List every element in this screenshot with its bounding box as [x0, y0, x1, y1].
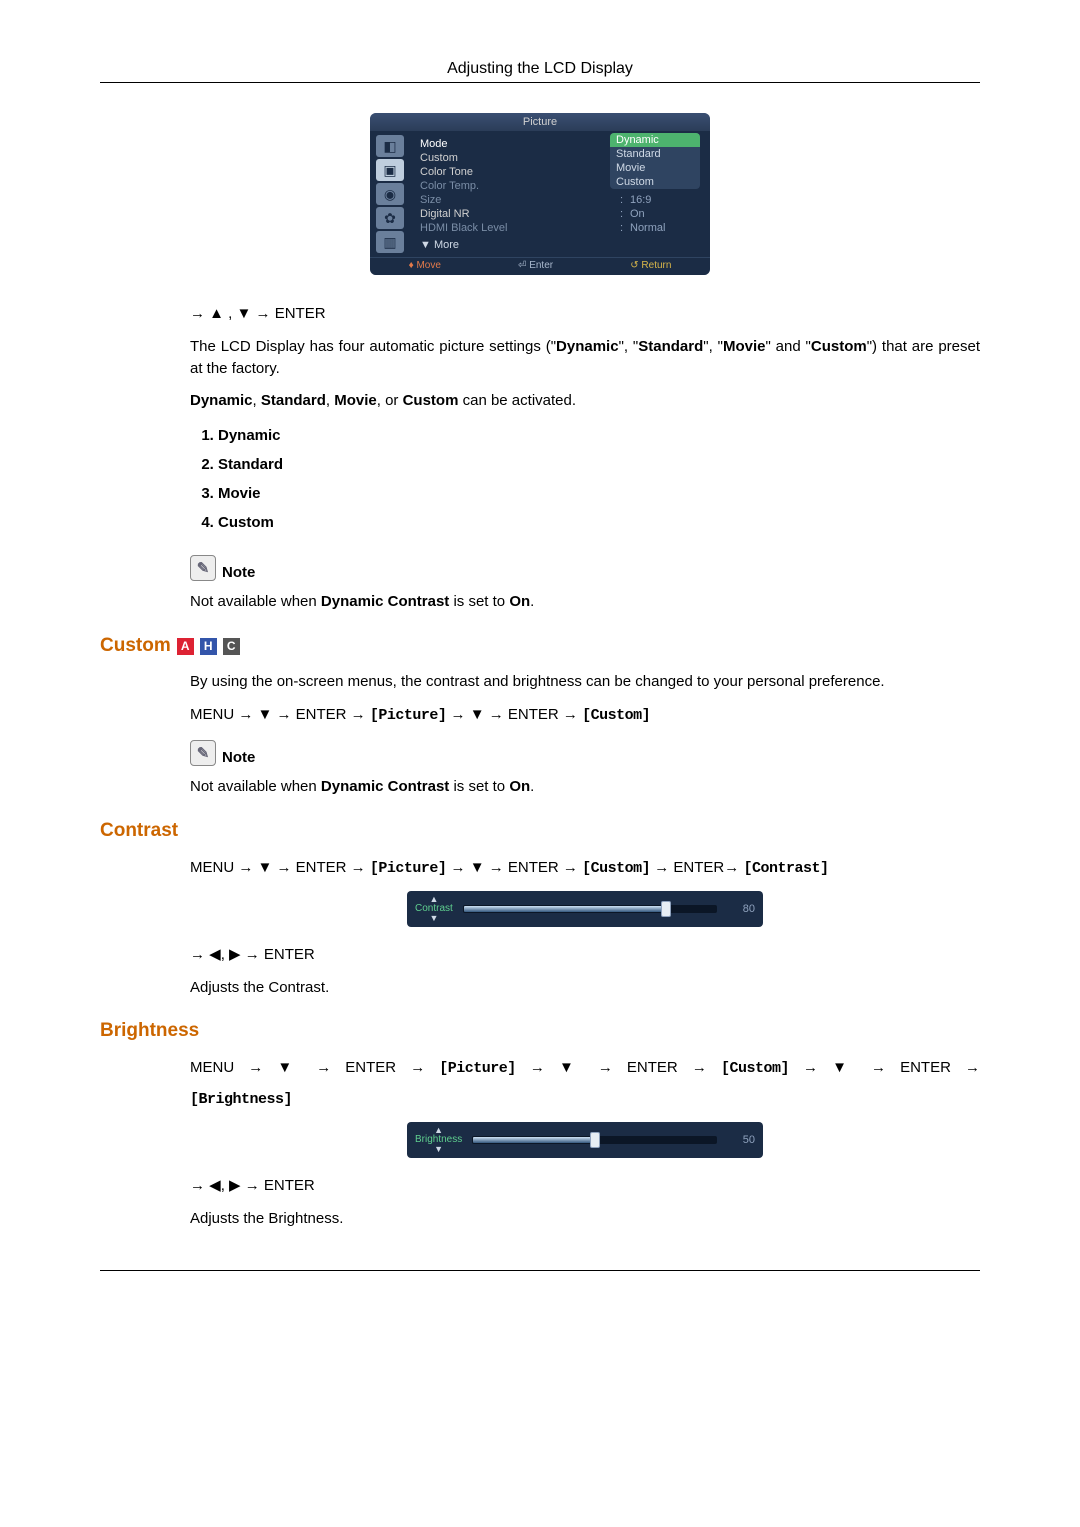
osd-dropdown-item: Custom [610, 175, 700, 189]
osd-row-size: Size [420, 194, 620, 206]
badge-a-icon: A [177, 638, 194, 655]
desc-activation: Dynamic, Standard, Movie, or Custom can … [190, 390, 980, 412]
nav-instruction: → ▲ , ▼ → ENTER [190, 305, 980, 322]
osd-dropdown-selected: Dynamic [610, 133, 700, 147]
slider-thumb [590, 1132, 600, 1148]
osd-dropdown-item: Movie [610, 161, 700, 175]
slider-label: Contrast [415, 904, 453, 914]
section-heading-custom: Custom A H C [100, 635, 980, 657]
osd-more: ▼ More [420, 235, 700, 251]
slider-thumb [661, 901, 671, 917]
osd-tab-sound-icon: ◉ [376, 183, 404, 205]
contrast-desc: Adjusts the Contrast. [190, 977, 980, 999]
brightness-desc: Adjusts the Brightness. [190, 1208, 980, 1230]
slider-fill [473, 1137, 594, 1143]
slider-value: 50 [727, 1134, 755, 1146]
nav-instruction: → ◀, ▶ → ENTER [190, 945, 980, 963]
list-item: Custom [218, 508, 980, 537]
section-heading-brightness: Brightness [100, 1020, 980, 1042]
contrast-slider-panel: ▲ Contrast ▼ 80 [407, 891, 763, 927]
osd-tab-multi-icon: ▥ [376, 231, 404, 253]
brightness-slider-panel: ▲ Brightness ▼ 50 [407, 1122, 763, 1158]
list-item: Standard [218, 450, 980, 479]
note-label: Note [222, 564, 255, 581]
section-heading-contrast: Contrast [100, 820, 980, 842]
list-item: Movie [218, 479, 980, 508]
osd-row-hdmiblack: HDMI Black Level [420, 222, 620, 234]
osd-row-colortemp: Color Temp. [420, 180, 620, 192]
osd-tab-setup-icon: ✿ [376, 207, 404, 229]
custom-note-text: Not available when Dynamic Contrast is s… [190, 776, 980, 798]
osd-row-custom: Custom [420, 152, 620, 164]
note-icon: ✎ [190, 555, 216, 581]
footer-rule [100, 1270, 980, 1271]
osd-row-colortone: Color Tone [420, 166, 620, 178]
slider-fill [464, 906, 666, 912]
osd-dropdown-item: Standard [610, 147, 700, 161]
note-text: Not available when Dynamic Contrast is s… [190, 591, 980, 613]
nav-instruction: → ◀, ▶ → ENTER [190, 1176, 980, 1194]
custom-menu-path: MENU → ▼ → ENTER → [Picture] → ▼ → ENTER… [190, 703, 980, 728]
brightness-path-end: [Brightness] [190, 1091, 292, 1108]
down-arrow-icon: ▼ [434, 1145, 443, 1154]
osd-panel: Picture ◧ ▣ ◉ ✿ ▥ Mode: Custom: Color To… [370, 113, 710, 275]
desc-modes: The LCD Display has four automatic pictu… [190, 336, 980, 380]
osd-footer: ♦ Move ⏎ Enter ↺ Return [370, 257, 710, 275]
osd-row-mode: Mode [420, 138, 620, 150]
osd-tab-picture-icon: ▣ [376, 159, 404, 181]
contrast-menu-path: MENU → ▼ → ENTER → [Picture] → ▼ → ENTER… [190, 856, 980, 881]
mode-list: Dynamic Standard Movie Custom [190, 421, 980, 537]
badge-h-icon: H [200, 638, 217, 655]
down-arrow-icon: ▼ [429, 914, 438, 923]
osd-sidebar: ◧ ▣ ◉ ✿ ▥ [370, 131, 410, 257]
osd-title: Picture [370, 113, 710, 131]
osd-mode-dropdown: Dynamic Standard Movie Custom [610, 133, 700, 189]
note-label: Note [222, 749, 255, 766]
osd-tab-input-icon: ◧ [376, 135, 404, 157]
page-header: Adjusting the LCD Display [100, 60, 980, 83]
osd-row-digitalnr: Digital NR [420, 208, 620, 220]
list-item: Dynamic [218, 421, 980, 450]
note-icon: ✎ [190, 740, 216, 766]
slider-value: 80 [727, 903, 755, 915]
badge-c-icon: C [223, 638, 240, 655]
custom-desc: By using the on-screen menus, the contra… [190, 671, 980, 693]
brightness-menu-path: MENU → ▼ → ENTER → [Picture] → ▼ → ENTER… [190, 1056, 980, 1081]
